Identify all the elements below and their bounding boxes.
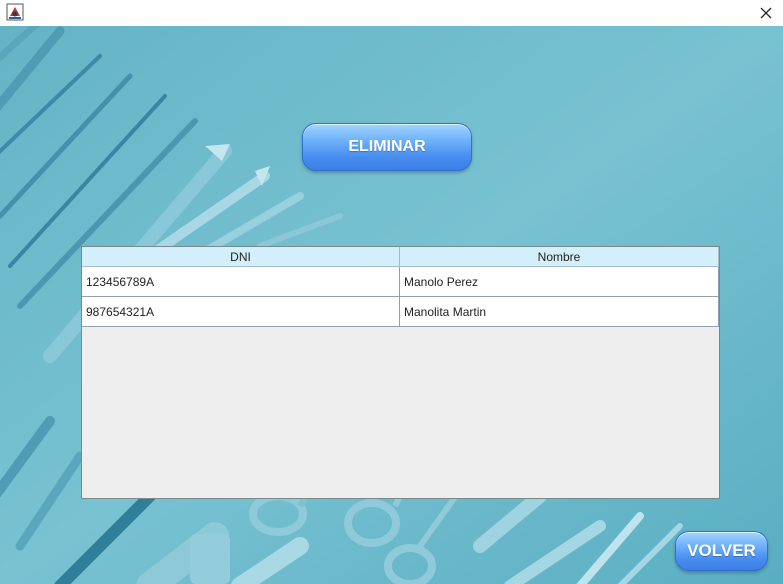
eliminar-button[interactable]: ELIMINAR	[302, 123, 472, 171]
close-icon	[760, 7, 772, 19]
cell-nombre[interactable]: Manolo Perez	[400, 267, 719, 297]
volver-button[interactable]: VOLVER	[675, 531, 768, 571]
table-row[interactable]: 987654321A Manolita Martin	[82, 297, 719, 327]
table-header: DNI Nombre	[82, 247, 719, 267]
column-header-nombre[interactable]: Nombre	[400, 247, 719, 267]
cell-nombre[interactable]: Manolita Martin	[400, 297, 719, 327]
title-bar	[0, 0, 783, 26]
close-button[interactable]	[749, 0, 783, 26]
java-app-icon	[6, 3, 24, 21]
cell-dni[interactable]: 123456789A	[82, 267, 400, 297]
background-panel: ELIMINAR DNI Nombre 123456789A Manolo Pe…	[0, 26, 783, 584]
column-header-dni[interactable]: DNI	[82, 247, 400, 267]
patients-table[interactable]: DNI Nombre 123456789A Manolo Perez 98765…	[81, 246, 720, 499]
cell-dni[interactable]: 987654321A	[82, 297, 400, 327]
table-row[interactable]: 123456789A Manolo Perez	[82, 267, 719, 297]
